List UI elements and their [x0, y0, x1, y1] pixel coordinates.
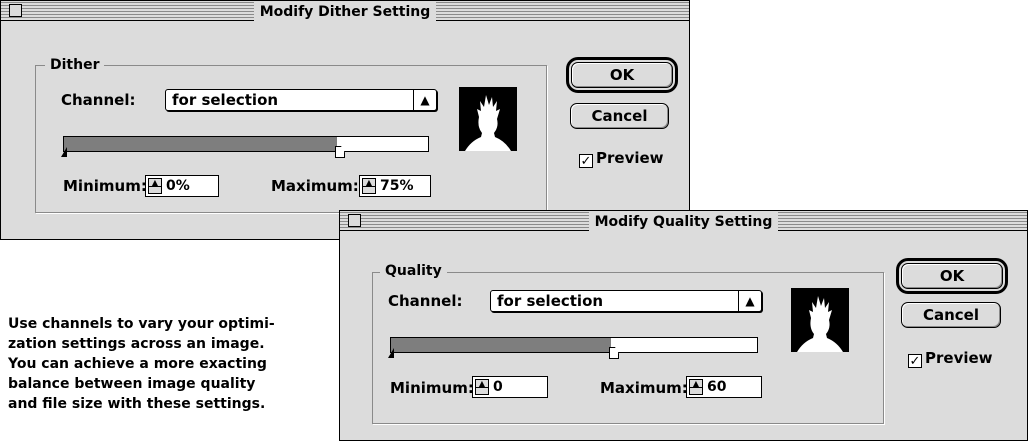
channel-label: Channel: [388, 292, 463, 310]
preview-checkbox[interactable]: ✓ Preview [908, 349, 993, 369]
caption-line: zation settings across an image. [8, 336, 265, 352]
maximum-value: 60 [707, 379, 727, 395]
channel-value: for selection [497, 292, 604, 310]
slider-fill [391, 338, 611, 352]
maximum-label: Maximum: [600, 379, 688, 397]
minimum-label: Minimum: [63, 177, 147, 195]
minimum-value: 0 [493, 379, 503, 395]
quality-dialog: Modify Quality Setting Quality Channel: … [339, 210, 1028, 441]
caption-line: and file size with these settings. [8, 396, 266, 412]
cancel-button[interactable]: Cancel [901, 302, 1001, 328]
max-slider-handle[interactable] [335, 146, 345, 158]
ok-button[interactable]: OK [896, 258, 1008, 294]
group-label: Dither [45, 57, 105, 73]
maximum-field[interactable]: ▲ 75% [359, 175, 431, 197]
preview-label: Preview [596, 149, 664, 167]
stepper-icon[interactable]: ▲ [475, 379, 489, 395]
ok-button[interactable]: OK [566, 57, 678, 93]
caption-line: balance between image quality [8, 376, 256, 392]
quality-range-slider[interactable] [388, 337, 758, 359]
maximum-label: Maximum: [271, 177, 359, 195]
close-box-icon[interactable] [9, 4, 22, 17]
maximum-value: 75% [380, 178, 414, 194]
channel-preview-thumbnail [459, 87, 517, 151]
checkmark-icon: ✓ [579, 154, 593, 169]
checkmark-icon: ✓ [908, 354, 922, 369]
dither-range-slider[interactable] [61, 136, 429, 158]
stepper-icon[interactable]: ▲ [148, 178, 162, 194]
updown-arrows-icon: ▲ [413, 90, 436, 110]
quality-titlebar[interactable]: Modify Quality Setting [340, 211, 1027, 232]
channel-popup[interactable]: for selection ▲ [490, 290, 762, 312]
channel-popup[interactable]: for selection ▲ [165, 89, 437, 111]
dither-titlebar[interactable]: Modify Dither Setting [1, 1, 689, 22]
minimum-value: 0% [166, 178, 190, 194]
preview-checkbox[interactable]: ✓ Preview [579, 149, 664, 169]
min-slider-handle[interactable] [61, 147, 67, 157]
stepper-icon[interactable]: ▲ [689, 379, 703, 395]
cancel-button[interactable]: Cancel [570, 103, 669, 129]
dither-dialog: Modify Dither Setting Dither Channel: fo… [0, 0, 690, 240]
stepper-icon[interactable]: ▲ [362, 178, 376, 194]
dialog-title: Modify Dither Setting [253, 2, 437, 22]
max-slider-handle[interactable] [609, 347, 619, 359]
caption-line: You can achieve a more exacting [8, 356, 267, 372]
slider-fill [64, 137, 337, 151]
minimum-field[interactable]: ▲ 0% [145, 175, 219, 197]
minimum-field[interactable]: ▲ 0 [472, 376, 548, 398]
channel-label: Channel: [61, 91, 136, 109]
minimum-label: Minimum: [390, 379, 474, 397]
caption-text: Use channels to vary your optimi- zation… [8, 314, 328, 414]
caption-line: Use channels to vary your optimi- [8, 316, 275, 332]
close-box-icon[interactable] [348, 214, 361, 227]
maximum-field[interactable]: ▲ 60 [686, 376, 762, 398]
preview-label: Preview [925, 349, 993, 367]
dialog-title: Modify Quality Setting [588, 212, 779, 232]
min-slider-handle[interactable] [388, 348, 394, 358]
group-label: Quality [380, 263, 447, 279]
updown-arrows-icon: ▲ [738, 291, 761, 311]
channel-preview-thumbnail [791, 288, 849, 352]
channel-value: for selection [172, 91, 279, 109]
